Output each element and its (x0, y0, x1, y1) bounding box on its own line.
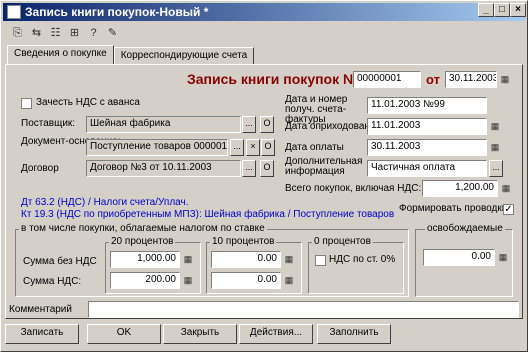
journal-icon[interactable]: ☷ (47, 25, 64, 42)
minimize-button[interactable]: _ (478, 3, 494, 17)
record-number-field[interactable]: 00000001 (353, 71, 421, 88)
total-field[interactable]: 1,200.00 (422, 180, 498, 197)
window-title: Запись книги покупок-Новый * (25, 5, 209, 19)
posting-line-1: Дт 63.2 (НДС) / Налоги счета/Уплач. (21, 197, 189, 208)
invoice-field[interactable]: 11.01.2003 №99 (367, 97, 487, 114)
vat-advance-checkbox[interactable] (21, 98, 32, 109)
settings-icon[interactable]: ✎ (104, 25, 121, 42)
vat-sum-label: Сумма НДС: (23, 276, 82, 287)
page-title: Запись книги покупок № (187, 71, 359, 87)
title-bar: Запись книги покупок-Новый * (3, 3, 525, 21)
ok-button[interactable]: OK (87, 324, 161, 344)
supplier-open-button[interactable]: O (260, 116, 274, 133)
app-window: Запись книги покупок-Новый * _ □ × ⎘ ⇆ ☷… (0, 0, 528, 352)
actions-button[interactable]: Действия... (239, 324, 313, 344)
close-form-button[interactable]: Закрыть (163, 324, 237, 344)
contract-open-button[interactable]: O (260, 160, 274, 177)
receipt-date-field[interactable]: 11.01.2003 (367, 118, 487, 135)
sum-10-calculator-icon[interactable]: ▦ (283, 252, 295, 267)
date-from-label: от (426, 72, 440, 87)
receipt-calendar-icon[interactable]: ▦ (489, 119, 501, 134)
sum-20-calculator-icon[interactable]: ▦ (182, 252, 194, 267)
exempt-field[interactable]: 0.00 (423, 249, 495, 266)
extra-info-field[interactable]: Частичная оплата (367, 160, 487, 177)
app-icon (7, 5, 21, 19)
comment-field[interactable] (88, 301, 519, 318)
vat-20-calculator-icon[interactable]: ▦ (182, 273, 194, 288)
save-button[interactable]: Записать (5, 324, 79, 344)
contract-field[interactable]: Договор №3 от 10.11.2003 (86, 160, 241, 177)
calendar-icon[interactable]: ▦ (499, 72, 511, 87)
total-calculator-icon[interactable]: ▦ (500, 181, 512, 196)
extra-info-label: Дополнительная информация (285, 156, 363, 177)
supplier-label: Поставщик: (21, 118, 76, 129)
total-label: Всего покупок, включая НДС: (285, 183, 422, 194)
vat-0-checkbox[interactable] (315, 255, 326, 266)
record-date-field[interactable]: 30.11.2003 (445, 71, 497, 88)
sum-10-field[interactable]: 0.00 (211, 251, 281, 268)
sum-20-field[interactable]: 1,000.00 (110, 251, 180, 268)
maximize-button[interactable]: □ (494, 3, 510, 17)
payment-calendar-icon[interactable]: ▦ (489, 140, 501, 155)
exempt-label: освобождаемые (425, 223, 505, 234)
exempt-calculator-icon[interactable]: ▦ (497, 250, 509, 265)
tab-purchase-info[interactable]: Сведения о покупке (7, 45, 114, 64)
payment-date-label: Дата оплаты (285, 142, 344, 153)
vat-10-calculator-icon[interactable]: ▦ (283, 273, 295, 288)
form-postings-label: Формировать проводки (399, 203, 508, 214)
comment-label: Комментарий (9, 304, 72, 315)
rate-0-group (308, 242, 404, 294)
supplier-field[interactable]: Шейная фабрика (86, 116, 241, 133)
help-icon[interactable]: ? (85, 25, 102, 42)
taxed-group-label: в том числе покупки, облагаемые налогом … (19, 223, 267, 234)
supplier-select-button[interactable]: ... (242, 116, 256, 133)
structure-icon[interactable]: ⊞ (66, 25, 83, 42)
extra-info-select-button[interactable]: ... (489, 160, 503, 177)
vat-20-field[interactable]: 200.00 (110, 272, 180, 289)
close-button[interactable]: × (510, 3, 526, 17)
sum-no-vat-label: Сумма без НДС (23, 256, 97, 267)
doc-base-clear-button[interactable]: × (246, 139, 260, 156)
vat-advance-label: Зачесть НДС с аванса (36, 97, 140, 108)
unpost-icon[interactable]: ⇆ (28, 25, 45, 42)
vat-0-label: НДС по ст. 0% (329, 254, 396, 265)
fill-button[interactable]: Заполнить (317, 324, 391, 344)
rate-10-label: 10 процентов (210, 236, 277, 247)
rate-0-label: 0 процентов (312, 236, 373, 247)
toolbar: ⎘ ⇆ ☷ ⊞ ? ✎ (3, 23, 121, 43)
doc-base-field[interactable]: Поступление товаров 000001 (1... (86, 139, 228, 156)
post-icon[interactable]: ⎘ (9, 25, 26, 42)
tab-bar: Сведения о покупке Корреспондирующие сче… (7, 45, 255, 64)
contract-label: Договор (21, 163, 59, 174)
form-postings-checkbox[interactable]: ✓ (503, 204, 514, 215)
doc-base-select-button[interactable]: ... (230, 139, 244, 156)
contract-select-button[interactable]: ... (242, 160, 256, 177)
vat-10-field[interactable]: 0.00 (211, 272, 281, 289)
tab-correspondent-accounts[interactable]: Корреспондирующие счета (113, 47, 255, 64)
posting-line-2: Кт 19.3 (НДС по приобретенным МПЗ): Шейн… (21, 209, 395, 220)
payment-date-field[interactable]: 30.11.2003 (367, 139, 487, 156)
rate-20-label: 20 процентов (109, 236, 176, 247)
doc-base-open-button[interactable]: O (261, 139, 275, 156)
